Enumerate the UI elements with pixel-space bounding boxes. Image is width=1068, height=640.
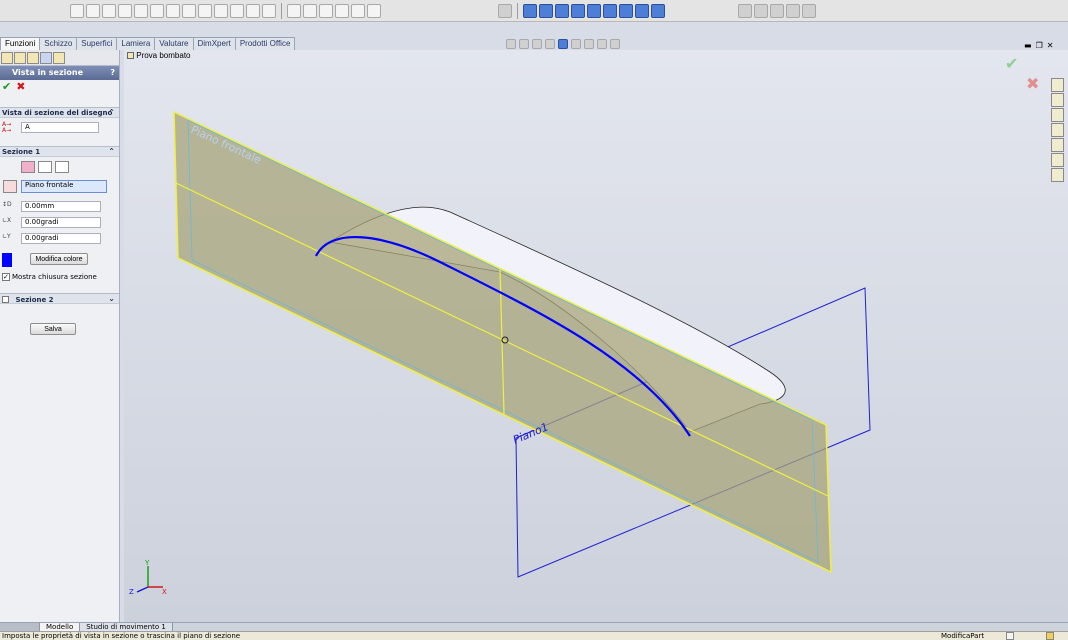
bottom-tab-strip: Modello Studio di movimento 1 <box>0 622 1068 631</box>
status-message: Imposta le proprietà di vista in sezione… <box>2 632 241 640</box>
triad-z-axis <box>136 586 149 593</box>
model-scene[interactable]: Piano frontale Piano1 Y X Z <box>0 0 1068 640</box>
triad-y-label: Y <box>144 559 150 567</box>
triad-x-label: X <box>162 588 167 596</box>
status-bar: Imposta le proprietà di vista in sezione… <box>0 631 1068 640</box>
status-mode: ModificaPart <box>941 632 985 640</box>
tab-modello[interactable]: Modello <box>40 623 81 631</box>
rebuild-status-icon[interactable] <box>1046 632 1054 640</box>
help-status-icon[interactable] <box>1006 632 1014 640</box>
tab-scroll-arrows[interactable] <box>0 623 40 631</box>
triad-z-label: Z <box>129 588 134 596</box>
tab-motion-study[interactable]: Studio di movimento 1 <box>80 623 173 631</box>
